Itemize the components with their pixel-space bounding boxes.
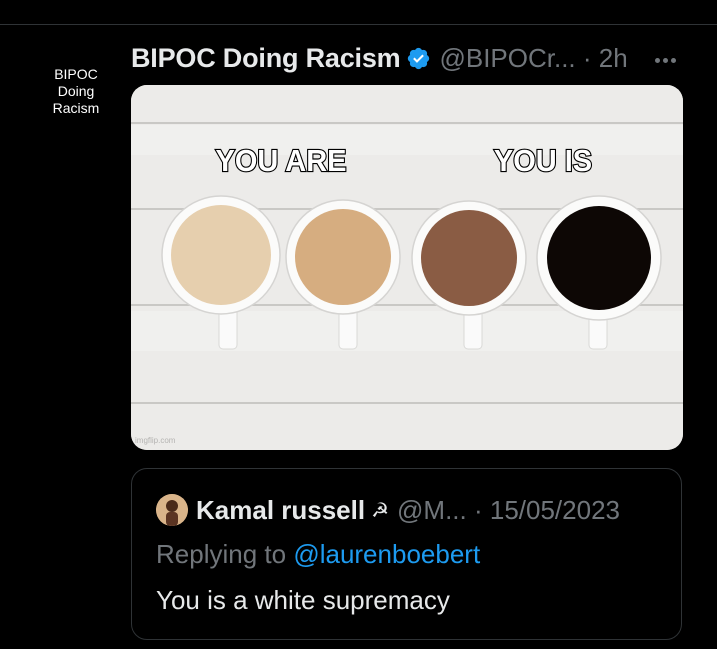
meme-caption-right: YOU IS: [494, 144, 592, 178]
divider: [0, 24, 717, 25]
quoted-handle-and-time[interactable]: @M... · 15/05/2023: [397, 495, 620, 526]
meme-caption-left: YOU ARE: [216, 144, 347, 178]
verified-badge-icon: [408, 47, 430, 69]
image-watermark: imgflip.com: [135, 436, 176, 445]
quoted-tweet[interactable]: Kamal russell ☭ @M... · 15/05/2023 Reply…: [131, 468, 682, 640]
tweet-image[interactable]: YOU ARE YOU IS imgflip.com: [131, 85, 683, 450]
quoted-tweet-text: You is a white supremacy: [156, 585, 450, 615]
coffee-cups-image: YOU ARE YOU IS imgflip.com: [131, 85, 683, 450]
replying-to: Replying to @laurenboebert: [156, 539, 480, 570]
quoted-display-name[interactable]: Kamal russell: [196, 495, 365, 526]
avatar[interactable]: BIPOC Doing Racism: [38, 53, 114, 129]
tweet-header: BIPOC Doing Racism @BIPOCr... · 2h: [131, 40, 628, 76]
display-name[interactable]: BIPOC Doing Racism: [131, 43, 401, 74]
avatar[interactable]: [156, 494, 188, 526]
hammer-sickle-icon: ☭: [371, 499, 390, 522]
handle-and-time[interactable]: @BIPOCr... · 2h: [439, 43, 627, 74]
more-options-icon[interactable]: [655, 50, 679, 68]
avatar-image: [156, 494, 188, 526]
replying-to-link[interactable]: @laurenboebert: [293, 539, 480, 569]
avatar-text: BIPOC Doing Racism: [52, 65, 100, 116]
replying-prefix: Replying to: [156, 539, 287, 569]
quoted-tweet-header: Kamal russell ☭ @M... · 15/05/2023: [156, 493, 620, 527]
